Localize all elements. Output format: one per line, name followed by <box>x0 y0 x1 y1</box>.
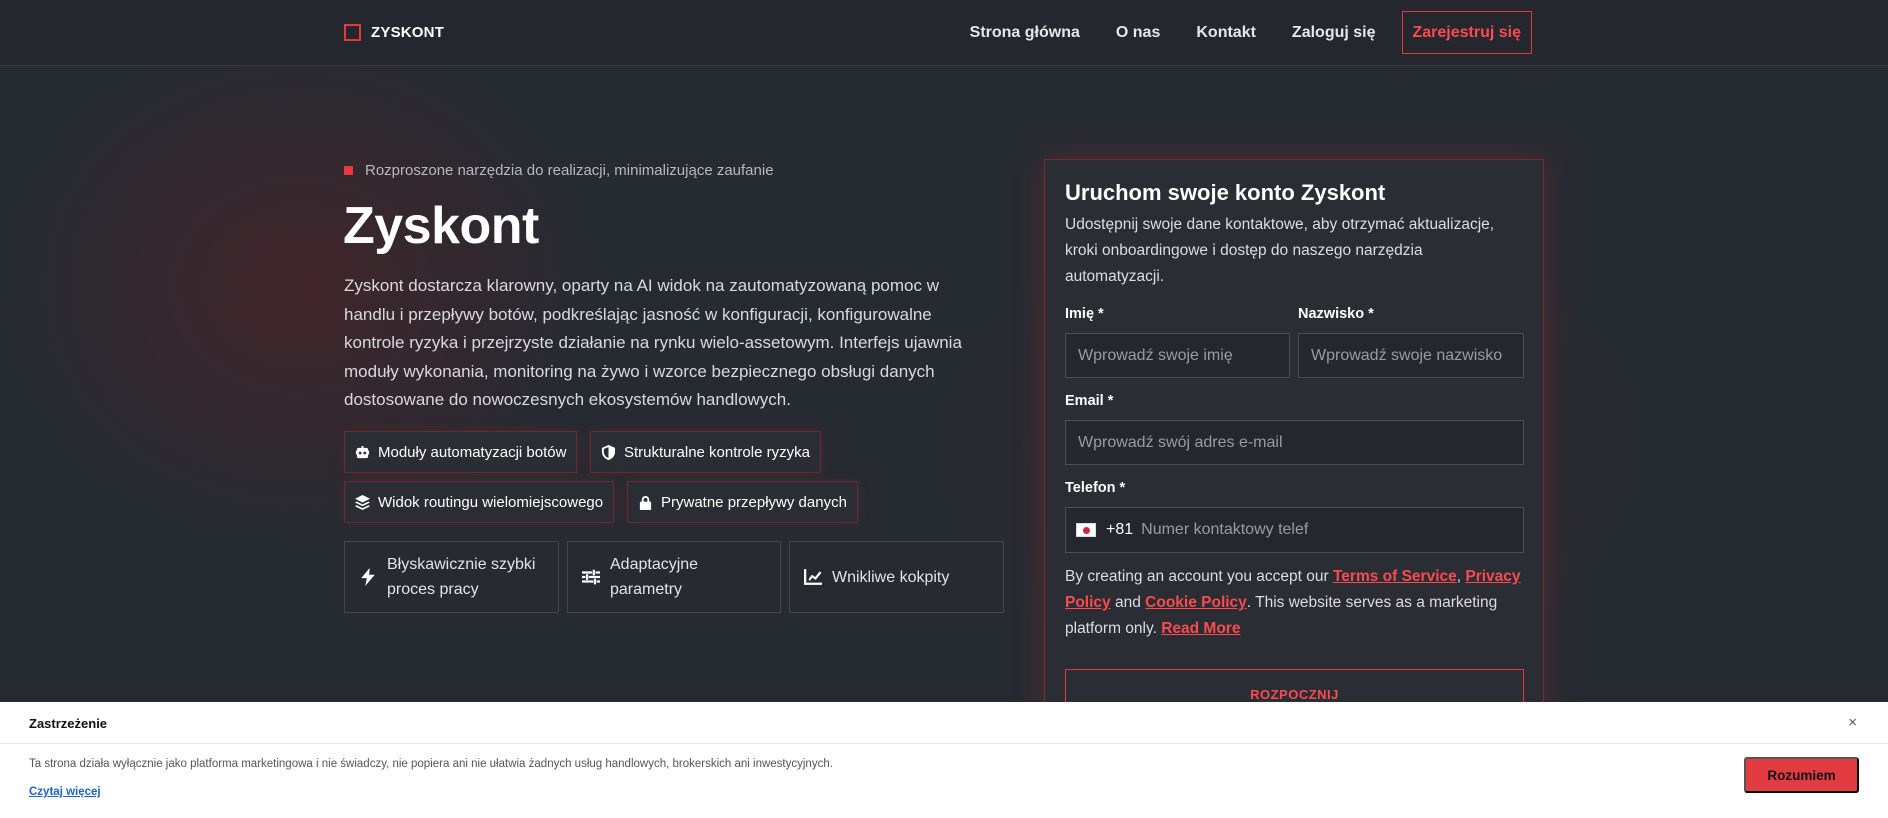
nav-links: Strona główna O nas Kontakt Zaloguj się … <box>934 11 1532 54</box>
chip-routing-view: Widok routingu wielomiejscowego <box>344 481 615 523</box>
last-name-label: Nazwisko * <box>1298 306 1374 322</box>
lightning-icon <box>361 568 375 586</box>
feature-fast-workflow: Błyskawicznie szybki proces pracy <box>344 541 559 613</box>
legal-and: and <box>1110 594 1146 611</box>
terms-link[interactable]: Terms of Service <box>1333 568 1457 585</box>
eyebrow-square-icon <box>344 166 353 175</box>
first-name-input[interactable] <box>1065 333 1290 378</box>
japan-flag-icon[interactable] <box>1076 523 1096 537</box>
feature-label: Adaptacyjne parametry <box>610 556 699 598</box>
logo-text: ZYSKONT <box>371 24 445 41</box>
phone-input[interactable] <box>1141 521 1482 539</box>
feature-adaptive-params: Adaptacyjne parametry <box>567 541 781 613</box>
phone-field: +81 <box>1065 507 1524 553</box>
form-title: Uruchom swoje konto Zyskont <box>1065 180 1386 205</box>
disclaimer-header: Zastrzeżenie × <box>0 702 1888 744</box>
nav-link-login[interactable]: Zaloguj się <box>1292 24 1376 42</box>
nav-link-about[interactable]: O nas <box>1116 24 1160 42</box>
legal-text: By creating an account you accept our Te… <box>1065 564 1527 642</box>
email-input[interactable] <box>1065 420 1524 465</box>
disclaimer-text: Ta strona działa wyłącznie jako platform… <box>29 758 833 770</box>
chip-label: Moduły automatyzacji botów <box>378 443 567 461</box>
signup-card: Uruchom swoje konto Zyskont Udostępnij s… <box>1044 159 1544 719</box>
chip-label: Strukturalne kontrole ryzyka <box>624 443 810 461</box>
robot-icon <box>355 445 370 458</box>
close-icon[interactable]: × <box>1848 714 1857 731</box>
chip-bot-modules: Moduły automatyzacji botów <box>344 431 578 473</box>
chip-label: Widok routingu wielomiejscowego <box>378 493 604 511</box>
chip-label: Prywatne przepływy danych <box>661 493 847 511</box>
logo-square-icon <box>344 24 361 41</box>
eyebrow-text: Rozproszone narzędzia do realizacji, min… <box>365 162 774 179</box>
disclaimer-read-more-link[interactable]: Czytaj więcej <box>29 786 101 798</box>
hero-description: Zyskont dostarcza klarowny, oparty na AI… <box>344 276 962 410</box>
chip-private-data: Prywatne przepływy danych <box>627 481 858 523</box>
legal-prefix: By creating an account you accept our <box>1065 568 1333 585</box>
lock-icon <box>639 495 652 510</box>
email-label: Email * <box>1065 393 1114 409</box>
hero-title: Zyskont <box>343 197 539 255</box>
nav-link-contact[interactable]: Kontakt <box>1196 24 1256 42</box>
feature-dashboards: Wnikliwe kokpity <box>789 541 1004 613</box>
feature-label: Błyskawicznie szybki proces pracy <box>387 556 536 598</box>
chart-line-icon <box>804 569 822 585</box>
understand-button[interactable]: Rozumiem <box>1744 757 1859 793</box>
chip-risk-controls: Strukturalne kontrole ryzyka <box>590 431 821 473</box>
disclaimer-title: Zastrzeżenie <box>29 716 108 731</box>
phone-label: Telefon * <box>1065 480 1126 496</box>
first-name-label: Imię * <box>1065 306 1104 322</box>
top-navbar: ZYSKONT Strona główna O nas Kontakt Zalo… <box>0 0 1888 66</box>
form-subtitle: Udostępnij swoje dane kontaktowe, aby ot… <box>1065 216 1495 285</box>
cookie-link[interactable]: Cookie Policy <box>1145 594 1247 611</box>
nav-link-home[interactable]: Strona główna <box>970 24 1080 42</box>
logo[interactable]: ZYSKONT <box>344 24 444 41</box>
sliders-icon <box>582 569 600 585</box>
feature-label: Wnikliwe kokpity <box>832 568 950 586</box>
register-button[interactable]: Zarejestruj się <box>1401 11 1532 54</box>
read-more-link[interactable]: Read More <box>1161 620 1240 637</box>
phone-country-code[interactable]: +81 <box>1106 521 1133 539</box>
layers-icon <box>355 494 370 510</box>
shield-icon <box>601 444 616 460</box>
disclaimer-banner: Zastrzeżenie × Ta strona działa wyłączni… <box>0 702 1888 818</box>
last-name-input[interactable] <box>1298 333 1524 378</box>
hero-eyebrow: Rozproszone narzędzia do realizacji, min… <box>344 162 774 179</box>
